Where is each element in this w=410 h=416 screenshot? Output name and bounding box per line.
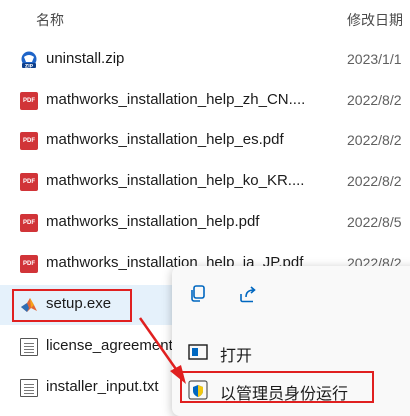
file-name: mathworks_installation_help_zh_CN....: [46, 91, 306, 108]
file-name: mathworks_installation_help_ko_KR....: [46, 172, 305, 189]
date-column-header[interactable]: 修改日期: [347, 10, 403, 30]
file-row-uninstall-zip[interactable]: ZIP uninstall.zip 2023/1/1: [0, 40, 410, 80]
zip-file-icon: ZIP: [21, 51, 37, 69]
file-row-help[interactable]: PDF mathworks_installation_help.pdf 2022…: [0, 203, 410, 243]
svg-text:ZIP: ZIP: [25, 63, 34, 69]
pdf-file-icon: PDF: [20, 173, 38, 191]
menu-item-open[interactable]: 打开: [172, 334, 410, 370]
file-row-help-ko-kr[interactable]: PDF mathworks_installation_help_ko_KR...…: [0, 162, 410, 202]
file-row-help-es[interactable]: PDF mathworks_installation_help_es.pdf 2…: [0, 121, 410, 161]
menu-item-label: 打开: [220, 348, 253, 365]
text-file-icon: [20, 379, 38, 397]
file-name: uninstall.zip: [46, 50, 125, 67]
file-name: mathworks_installation_help.pdf: [46, 213, 260, 230]
file-name: mathworks_installation_help_es.pdf: [46, 131, 284, 148]
pdf-file-icon: PDF: [20, 255, 38, 273]
share-icon[interactable]: [238, 284, 258, 304]
highlight-box-setup: [12, 289, 132, 322]
pdf-file-icon: PDF: [20, 214, 38, 232]
file-name: installer_input.txt: [46, 378, 159, 395]
file-date: 2023/1/1: [347, 51, 402, 67]
file-name: license_agreement: [46, 337, 173, 354]
text-file-icon: [20, 338, 38, 356]
column-header: 名称 修改日期: [0, 0, 410, 36]
file-date: 2022/8/2: [347, 173, 402, 189]
pdf-file-icon: PDF: [20, 92, 38, 110]
open-icon: [188, 344, 208, 360]
file-date: 2022/8/2: [347, 92, 402, 108]
name-column-header[interactable]: 名称: [36, 10, 64, 30]
highlight-box-run-as-admin: [180, 371, 374, 403]
copy-icon[interactable]: [188, 284, 208, 304]
file-date: 2022/8/2: [347, 132, 402, 148]
file-row-help-zh-cn[interactable]: PDF mathworks_installation_help_zh_CN...…: [0, 81, 410, 121]
pdf-file-icon: PDF: [20, 132, 38, 150]
file-date: 2022/8/5: [347, 214, 402, 230]
